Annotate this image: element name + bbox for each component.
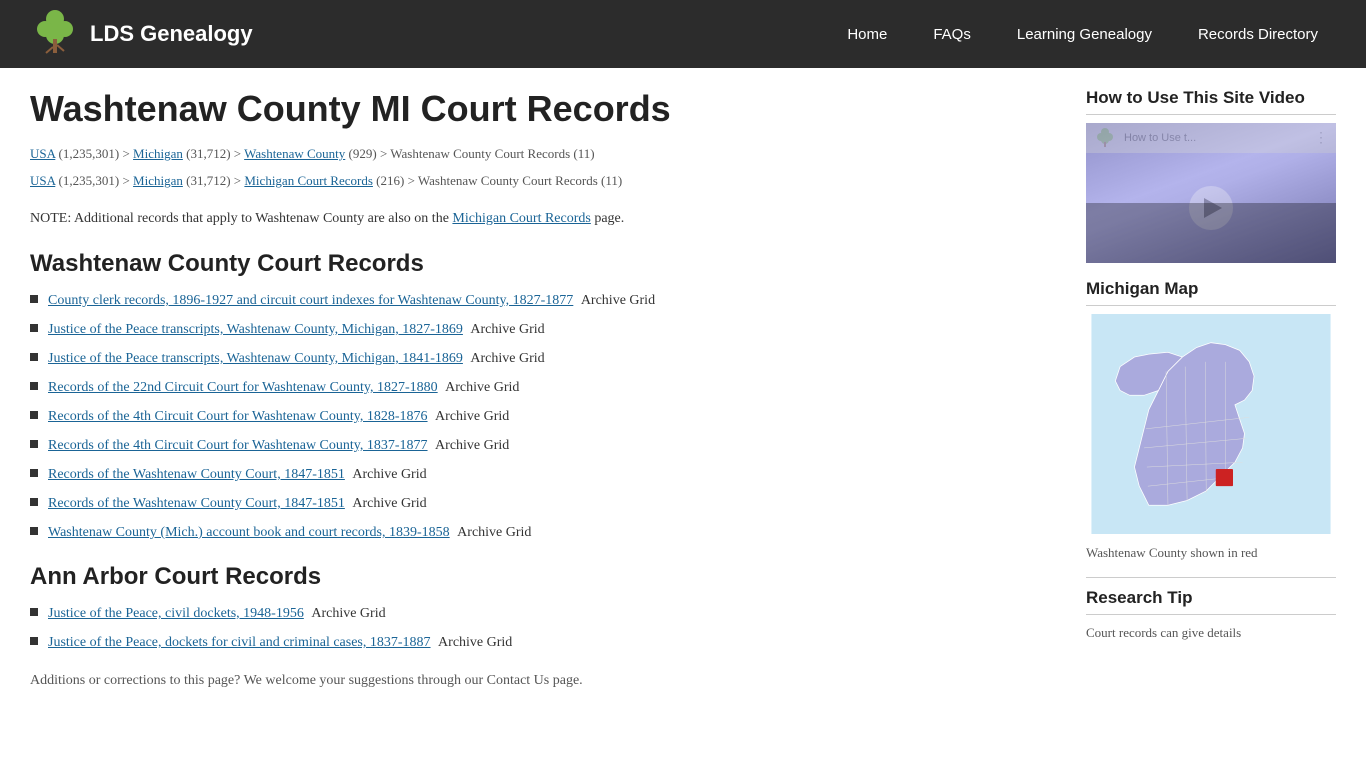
breadcrumb-washtenaw-1[interactable]: Washtenaw County bbox=[244, 146, 345, 161]
list-item: Justice of the Peace transcripts, Washte… bbox=[30, 319, 1056, 340]
breadcrumb-michigan-court[interactable]: Michigan Court Records bbox=[244, 173, 373, 188]
record-link[interactable]: Records of the 4th Circuit Court for Was… bbox=[48, 409, 428, 424]
research-tip-text: Court records can give details bbox=[1086, 623, 1336, 644]
sidebar: How to Use This Site Video How to Use t.… bbox=[1086, 88, 1336, 689]
breadcrumb-1: USA (1,235,301) > Michigan (31,712) > Wa… bbox=[30, 144, 1056, 165]
map-caption: Washtenaw County shown in red bbox=[1086, 545, 1336, 561]
bullet-icon bbox=[30, 469, 38, 477]
breadcrumb-usa-1[interactable]: USA bbox=[30, 146, 55, 161]
list-item: Records of the 4th Circuit Court for Was… bbox=[30, 435, 1056, 456]
list-item: Washtenaw County (Mich.) account book an… bbox=[30, 522, 1056, 543]
site-header: LDS Genealogy Home FAQs Learning Genealo… bbox=[0, 0, 1366, 68]
video-preview: How to Use t... ⋮ bbox=[1086, 123, 1336, 263]
logo-text: LDS Genealogy bbox=[90, 21, 253, 47]
main-content: Washtenaw County MI Court Records USA (1… bbox=[30, 88, 1056, 689]
main-nav: Home FAQs Learning Genealogy Records Dir… bbox=[829, 18, 1336, 51]
page-title: Washtenaw County MI Court Records bbox=[30, 88, 1056, 130]
record-link[interactable]: Justice of the Peace transcripts, Washte… bbox=[48, 351, 463, 366]
map-section-title: Michigan Map bbox=[1086, 279, 1336, 306]
bullet-icon bbox=[30, 608, 38, 616]
list-item: Records of the Washtenaw County Court, 1… bbox=[30, 493, 1056, 514]
breadcrumb-michigan-1[interactable]: Michigan bbox=[133, 146, 183, 161]
record-link[interactable]: County clerk records, 1896-1927 and circ… bbox=[48, 293, 573, 308]
bullet-icon bbox=[30, 637, 38, 645]
record-link[interactable]: Justice of the Peace, civil dockets, 194… bbox=[48, 606, 304, 621]
section-title-county: Washtenaw County Court Records bbox=[30, 250, 1056, 278]
record-link[interactable]: Records of the 4th Circuit Court for Was… bbox=[48, 438, 428, 453]
bullet-icon bbox=[30, 295, 38, 303]
sidebar-divider bbox=[1086, 577, 1336, 578]
nav-faqs[interactable]: FAQs bbox=[915, 18, 989, 51]
list-item: Records of the Washtenaw County Court, 1… bbox=[30, 464, 1056, 485]
county-records-list: County clerk records, 1896-1927 and circ… bbox=[30, 290, 1056, 543]
record-link[interactable]: Records of the Washtenaw County Court, 1… bbox=[48, 467, 345, 482]
bullet-icon bbox=[30, 382, 38, 390]
list-item: Records of the 22nd Circuit Court for Wa… bbox=[30, 377, 1056, 398]
bullet-icon bbox=[30, 527, 38, 535]
nav-learning[interactable]: Learning Genealogy bbox=[999, 18, 1170, 51]
video-section-title: How to Use This Site Video bbox=[1086, 88, 1336, 115]
michigan-map bbox=[1086, 314, 1336, 534]
logo-area[interactable]: LDS Genealogy bbox=[30, 9, 253, 59]
bullet-icon bbox=[30, 411, 38, 419]
list-item: Justice of the Peace, dockets for civil … bbox=[30, 632, 1056, 653]
bullet-icon bbox=[30, 498, 38, 506]
note-text: NOTE: Additional records that apply to W… bbox=[30, 208, 1056, 230]
michigan-court-records-link[interactable]: Michigan Court Records bbox=[452, 211, 590, 226]
bullet-icon bbox=[30, 324, 38, 332]
list-item: County clerk records, 1896-1927 and circ… bbox=[30, 290, 1056, 311]
record-link[interactable]: Justice of the Peace transcripts, Washte… bbox=[48, 322, 463, 337]
bottom-note: Additions or corrections to this page? W… bbox=[30, 673, 1056, 689]
list-item: Justice of the Peace transcripts, Washte… bbox=[30, 348, 1056, 369]
nav-home[interactable]: Home bbox=[829, 18, 905, 51]
breadcrumb-michigan-2[interactable]: Michigan bbox=[133, 173, 183, 188]
video-body bbox=[1086, 153, 1336, 263]
breadcrumb-usa-2[interactable]: USA bbox=[30, 173, 55, 188]
video-thumbnail[interactable]: How to Use t... ⋮ bbox=[1086, 123, 1336, 263]
breadcrumb-2: USA (1,235,301) > Michigan (31,712) > Mi… bbox=[30, 171, 1056, 192]
record-link[interactable]: Records of the 22nd Circuit Court for Wa… bbox=[48, 380, 438, 395]
bullet-icon bbox=[30, 353, 38, 361]
list-item: Records of the 4th Circuit Court for Was… bbox=[30, 406, 1056, 427]
logo-tree-icon bbox=[30, 9, 80, 59]
bullet-icon bbox=[30, 440, 38, 448]
annarbor-records-list: Justice of the Peace, civil dockets, 194… bbox=[30, 603, 1056, 653]
nav-records[interactable]: Records Directory bbox=[1180, 18, 1336, 51]
record-link[interactable]: Records of the Washtenaw County Court, 1… bbox=[48, 496, 345, 511]
page-wrapper: Washtenaw County MI Court Records USA (1… bbox=[0, 68, 1366, 709]
record-link[interactable]: Washtenaw County (Mich.) account book an… bbox=[48, 525, 450, 540]
video-section: How to Use This Site Video How to Use t.… bbox=[1086, 88, 1336, 263]
section-title-annarbor: Ann Arbor Court Records bbox=[30, 563, 1056, 591]
map-section: Michigan Map bbox=[1086, 279, 1336, 561]
research-tip-title: Research Tip bbox=[1086, 588, 1336, 615]
research-tip-section: Research Tip Court records can give deta… bbox=[1086, 577, 1336, 644]
record-link[interactable]: Justice of the Peace, dockets for civil … bbox=[48, 635, 431, 650]
list-item: Justice of the Peace, civil dockets, 194… bbox=[30, 603, 1056, 624]
